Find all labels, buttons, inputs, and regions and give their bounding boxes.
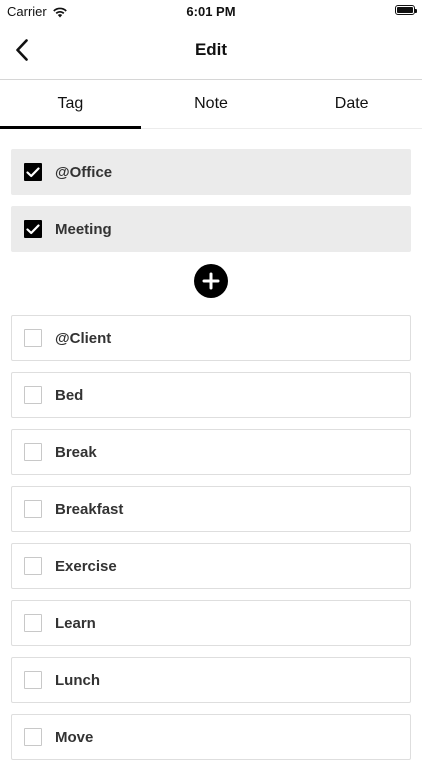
- tag-label: Move: [55, 728, 94, 746]
- tag-list: @Office Meeting @Client Bed Break Breakf…: [11, 149, 411, 771]
- tag-item-move[interactable]: Move: [11, 714, 411, 760]
- tag-label: Meeting: [55, 220, 112, 238]
- tag-label: @Office: [55, 163, 113, 181]
- checkbox-unchecked[interactable]: [24, 500, 42, 518]
- checkbox-unchecked[interactable]: [24, 728, 42, 746]
- add-row: [11, 258, 411, 304]
- checkmark-icon: [26, 223, 40, 234]
- checkbox-unchecked[interactable]: [24, 557, 42, 575]
- tag-label: Bed: [55, 386, 84, 404]
- add-tag-button[interactable]: [194, 264, 228, 298]
- tag-item-learn[interactable]: Learn: [11, 600, 411, 646]
- selected-tag-office[interactable]: @Office: [11, 149, 411, 195]
- tag-label: Breakfast: [55, 500, 124, 518]
- status-time: 6:01 PM: [186, 4, 236, 19]
- tag-item-breakfast[interactable]: Breakfast: [11, 486, 411, 532]
- status-bar: Carrier 6:01 PM: [0, 0, 422, 22]
- tag-label: Learn: [55, 614, 96, 632]
- tab-bar: Tag Note Date: [0, 80, 422, 129]
- tag-label: Lunch: [55, 671, 100, 689]
- battery-icon: [395, 5, 417, 15]
- checkbox-unchecked[interactable]: [24, 614, 42, 632]
- selected-tag-meeting[interactable]: Meeting: [11, 206, 411, 252]
- plus-icon: [202, 272, 220, 290]
- checkbox-unchecked[interactable]: [24, 386, 42, 404]
- tag-label: @Client: [55, 329, 112, 347]
- checkbox-unchecked[interactable]: [24, 329, 42, 347]
- tab-note[interactable]: Note: [141, 80, 282, 128]
- tag-item-exercise[interactable]: Exercise: [11, 543, 411, 589]
- checkmark-icon: [26, 166, 40, 177]
- checkbox-checked[interactable]: [24, 220, 42, 238]
- nav-bar: Edit: [0, 22, 422, 80]
- tag-item-client[interactable]: @Client: [11, 315, 411, 361]
- checkbox-checked[interactable]: [24, 163, 42, 181]
- tag-label: Exercise: [55, 557, 117, 575]
- page-title: Edit: [194, 40, 228, 59]
- tab-date[interactable]: Date: [281, 80, 422, 128]
- tag-item-bed[interactable]: Bed: [11, 372, 411, 418]
- battery-fill: [397, 7, 413, 13]
- tag-item-lunch[interactable]: Lunch: [11, 657, 411, 703]
- tab-tag[interactable]: Tag: [0, 80, 141, 129]
- tag-label: Break: [55, 443, 97, 461]
- checkbox-unchecked[interactable]: [24, 671, 42, 689]
- tag-item-break[interactable]: Break: [11, 429, 411, 475]
- checkbox-unchecked[interactable]: [24, 443, 42, 461]
